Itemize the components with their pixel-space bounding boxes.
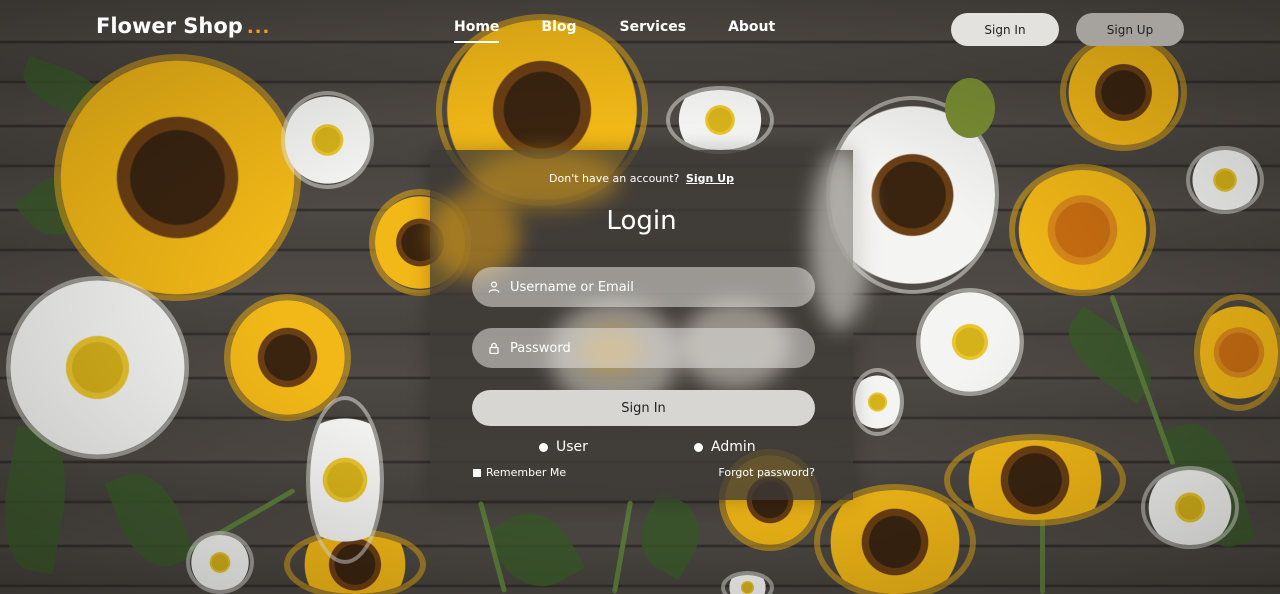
radio-user-dot[interactable] bbox=[539, 442, 548, 452]
forgot-password-link[interactable]: Forgot password? bbox=[718, 466, 815, 479]
remember-me-label: Remember Me bbox=[486, 466, 567, 479]
nav-link-services[interactable]: Services bbox=[620, 19, 687, 43]
header-sign-up-button[interactable]: Sign Up bbox=[1076, 13, 1184, 46]
main-nav: Home Blog Services About bbox=[454, 19, 775, 43]
logo-text: Flower Shop bbox=[96, 14, 243, 38]
nav-link-blog[interactable]: Blog bbox=[541, 19, 576, 43]
username-input[interactable] bbox=[508, 278, 792, 296]
logo-dots: ... bbox=[246, 17, 271, 38]
radio-admin-label: Admin bbox=[711, 439, 756, 455]
signup-prompt: Don't have an account? Sign Up bbox=[430, 172, 853, 185]
lock-icon bbox=[489, 342, 499, 354]
remember-me-checkbox[interactable] bbox=[473, 468, 481, 477]
remember-me[interactable]: Remember Me bbox=[473, 466, 566, 479]
top-navbar: Flower Shop... Home Blog Services About … bbox=[0, 0, 1280, 60]
header-sign-in-button[interactable]: Sign In bbox=[951, 13, 1059, 46]
login-submit-button[interactable]: Sign In bbox=[472, 390, 815, 426]
password-input[interactable] bbox=[508, 339, 792, 357]
no-account-text: Don't have an account? bbox=[549, 172, 680, 185]
radio-user-label: User bbox=[556, 439, 588, 455]
signup-link[interactable]: Sign Up bbox=[686, 172, 734, 185]
password-field[interactable] bbox=[472, 328, 815, 368]
username-field[interactable] bbox=[472, 267, 815, 307]
nav-link-about[interactable]: About bbox=[728, 19, 775, 43]
login-title: Login bbox=[606, 206, 677, 236]
radio-admin-dot[interactable] bbox=[694, 442, 703, 452]
role-radio-admin[interactable]: Admin bbox=[694, 439, 756, 455]
role-radio-user[interactable]: User bbox=[539, 439, 588, 455]
nav-link-home[interactable]: Home bbox=[454, 19, 500, 43]
login-card: Don't have an account? Sign Up Login Sig… bbox=[430, 150, 870, 500]
user-icon bbox=[488, 281, 500, 293]
site-logo[interactable]: Flower Shop... bbox=[96, 14, 270, 38]
